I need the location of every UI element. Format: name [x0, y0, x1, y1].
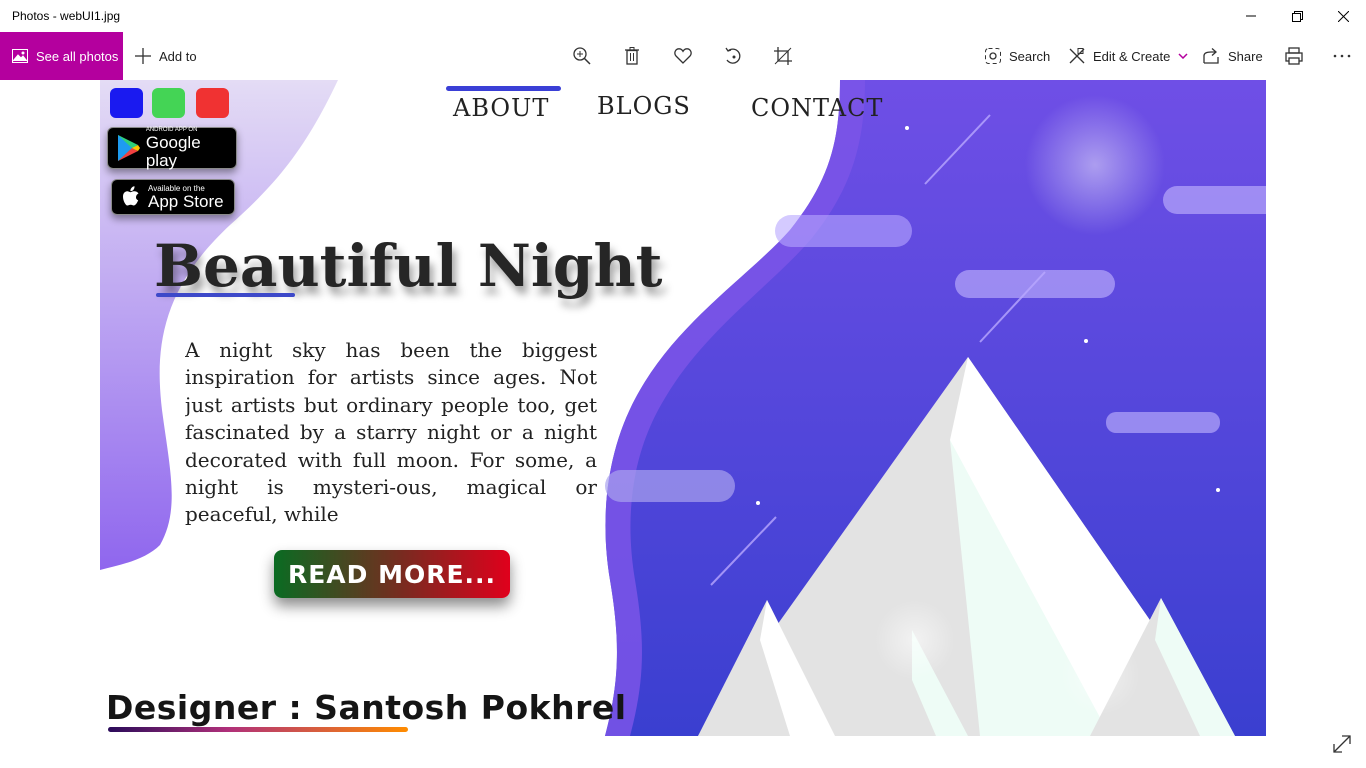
- hero-paragraph: A night sky has been the biggest inspira…: [185, 338, 597, 527]
- search-icon: [985, 48, 1001, 64]
- close-icon: [1337, 10, 1349, 22]
- zoom-in-icon: [573, 47, 591, 65]
- fullscreen-button[interactable]: [1330, 732, 1354, 756]
- photo-icon: [12, 49, 28, 63]
- title-bar: Photos - webUI1.jpg: [0, 0, 1366, 32]
- app-store-big-text: App Store: [148, 191, 224, 211]
- delete-button[interactable]: [620, 44, 644, 68]
- chevron-down-icon: [1178, 53, 1188, 59]
- expand-icon: [1333, 735, 1351, 753]
- crop-icon: [774, 47, 792, 65]
- nav-about-link[interactable]: ABOUT: [453, 94, 549, 122]
- blue-theme-swatch[interactable]: [110, 88, 143, 118]
- print-button[interactable]: [1282, 44, 1306, 68]
- edit-icon: [1069, 48, 1085, 64]
- share-label: Share: [1228, 48, 1263, 64]
- designer-underline: [108, 727, 408, 732]
- google-play-big-text: Google play: [145, 132, 201, 170]
- more-options-button[interactable]: [1330, 44, 1354, 68]
- trash-icon: [625, 47, 639, 65]
- rotate-icon: [725, 47, 741, 64]
- read-more-button[interactable]: READ MORE...: [274, 550, 510, 598]
- app-store-badge[interactable]: Available on the App Store: [111, 179, 235, 215]
- search-button[interactable]: Search: [985, 32, 1050, 80]
- photo-image[interactable]: ANDROID APP ON Google play Available on …: [100, 80, 1266, 736]
- share-icon: [1203, 48, 1219, 64]
- google-play-icon: [118, 135, 140, 161]
- search-label: Search: [1009, 48, 1051, 64]
- more-icon: [1333, 54, 1351, 58]
- heading-underline: [156, 293, 295, 297]
- nav-active-indicator: [446, 86, 561, 91]
- restore-icon: [1291, 10, 1303, 22]
- edit-create-label: Edit & Create: [1093, 48, 1171, 64]
- close-button[interactable]: [1320, 0, 1366, 32]
- edit-create-button[interactable]: Edit & Create: [1069, 32, 1188, 80]
- red-theme-swatch[interactable]: [196, 88, 229, 118]
- add-to-button[interactable]: Add to: [135, 32, 197, 80]
- heart-icon: [674, 48, 692, 64]
- minimize-button[interactable]: [1228, 0, 1274, 32]
- crop-button[interactable]: [771, 44, 795, 68]
- minimize-icon: [1246, 15, 1256, 17]
- google-play-badge[interactable]: ANDROID APP ON Google play: [107, 127, 237, 169]
- see-all-photos-label: See all photos: [36, 48, 119, 64]
- hero-heading: Beautiful Night: [154, 232, 663, 300]
- window-title: Photos - webUI1.jpg: [12, 9, 121, 23]
- designer-credit: Designer : Santosh Pokhrel: [106, 688, 627, 727]
- zoom-button[interactable]: [570, 44, 594, 68]
- nav-blogs-link[interactable]: BLOGS: [597, 92, 691, 120]
- share-button[interactable]: Share: [1203, 32, 1263, 80]
- rotate-button[interactable]: [721, 44, 745, 68]
- photo-viewer: ANDROID APP ON Google play Available on …: [0, 80, 1366, 768]
- printer-icon: [1285, 47, 1303, 65]
- plus-icon: [135, 48, 151, 64]
- favorite-button[interactable]: [671, 44, 695, 68]
- see-all-photos-button[interactable]: See all photos: [0, 32, 123, 80]
- toolbar: See all photos Add to Search Edit & Crea…: [0, 32, 1366, 80]
- add-to-label: Add to: [159, 48, 197, 64]
- restore-button[interactable]: [1274, 0, 1320, 32]
- green-theme-swatch[interactable]: [152, 88, 185, 118]
- apple-icon: [123, 186, 139, 206]
- nav-contact-link[interactable]: CONTACT: [751, 94, 883, 122]
